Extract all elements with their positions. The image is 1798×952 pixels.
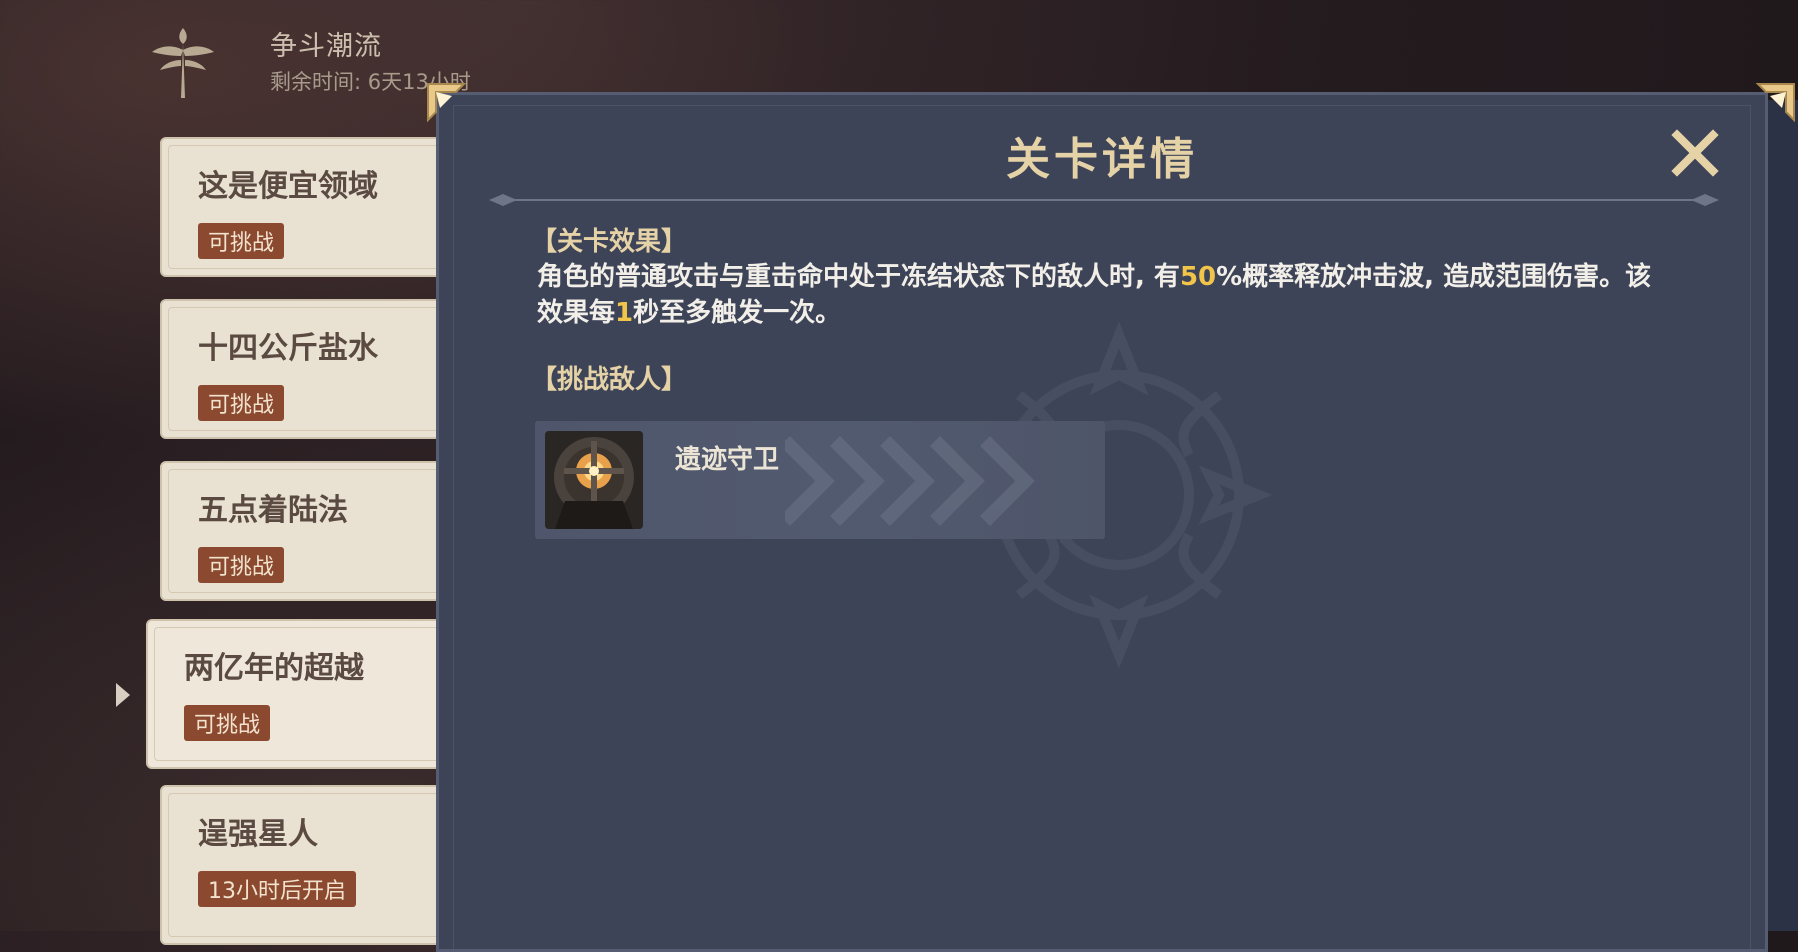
stage-name: 五点着陆法 xyxy=(198,493,348,528)
selected-indicator-icon xyxy=(116,683,130,707)
stage-card[interactable]: 逞强星人 13小时后开启 xyxy=(160,785,480,945)
background-panel-edge xyxy=(1765,100,1798,931)
corner-ornament-icon xyxy=(1755,83,1795,123)
stage-status-badge: 可挑战 xyxy=(198,385,285,421)
effect-text-part: 秒至多触发一次。 xyxy=(633,298,842,328)
event-emblem-icon xyxy=(152,28,214,98)
stage-name: 十四公斤盐水 xyxy=(198,331,378,366)
close-icon[interactable] xyxy=(1669,127,1721,179)
stage-detail-dialog: 关卡详情 【关卡效果】 角色的普通攻击与重击命中处于冻结状态下的敌人时, 有50… xyxy=(436,92,1768,952)
stage-status-badge: 可挑战 xyxy=(184,705,271,741)
event-title: 争斗潮流 xyxy=(270,31,382,62)
stage-card[interactable]: 五点着陆法 可挑战 xyxy=(160,461,480,601)
stage-name: 这是便宜领域 xyxy=(198,169,378,204)
enemies-heading: 【挑战敌人】 xyxy=(531,365,688,395)
stage-status-badge: 可挑战 xyxy=(198,223,285,259)
title-divider xyxy=(489,194,1719,206)
stage-card[interactable]: 这是便宜领域 可挑战 xyxy=(160,137,480,277)
stage-status-badge: 可挑战 xyxy=(198,547,285,583)
stage-name: 逞强星人 xyxy=(198,817,318,852)
card-pattern xyxy=(785,436,1035,526)
dialog-title: 关卡详情 xyxy=(1006,134,1198,185)
enemy-portrait xyxy=(545,431,643,529)
ruin-guard-icon xyxy=(545,431,643,529)
enemy-name: 遗迹守卫 xyxy=(675,445,780,475)
stage-card-selected[interactable]: 两亿年的超越 可挑战 xyxy=(146,619,486,769)
stage-name: 两亿年的超越 xyxy=(184,651,364,686)
stage-status-badge: 13小时后开启 xyxy=(198,871,356,907)
corner-ornament-icon xyxy=(427,83,467,123)
effect-cooldown-value: 1 xyxy=(615,298,634,328)
effect-description: 角色的普通攻击与重击命中处于冻结状态下的敌人时, 有50%概率释放冲击波, 造成… xyxy=(537,259,1677,331)
stage-card[interactable]: 十四公斤盐水 可挑战 xyxy=(160,299,480,439)
effect-chance-value: 50 xyxy=(1179,262,1217,292)
effect-text-part: 角色的普通攻击与重击命中处于冻结状态下的敌人时, 有 xyxy=(537,262,1180,292)
effect-heading: 【关卡效果】 xyxy=(531,227,688,257)
enemy-card[interactable]: 遗迹守卫 xyxy=(535,421,1105,539)
